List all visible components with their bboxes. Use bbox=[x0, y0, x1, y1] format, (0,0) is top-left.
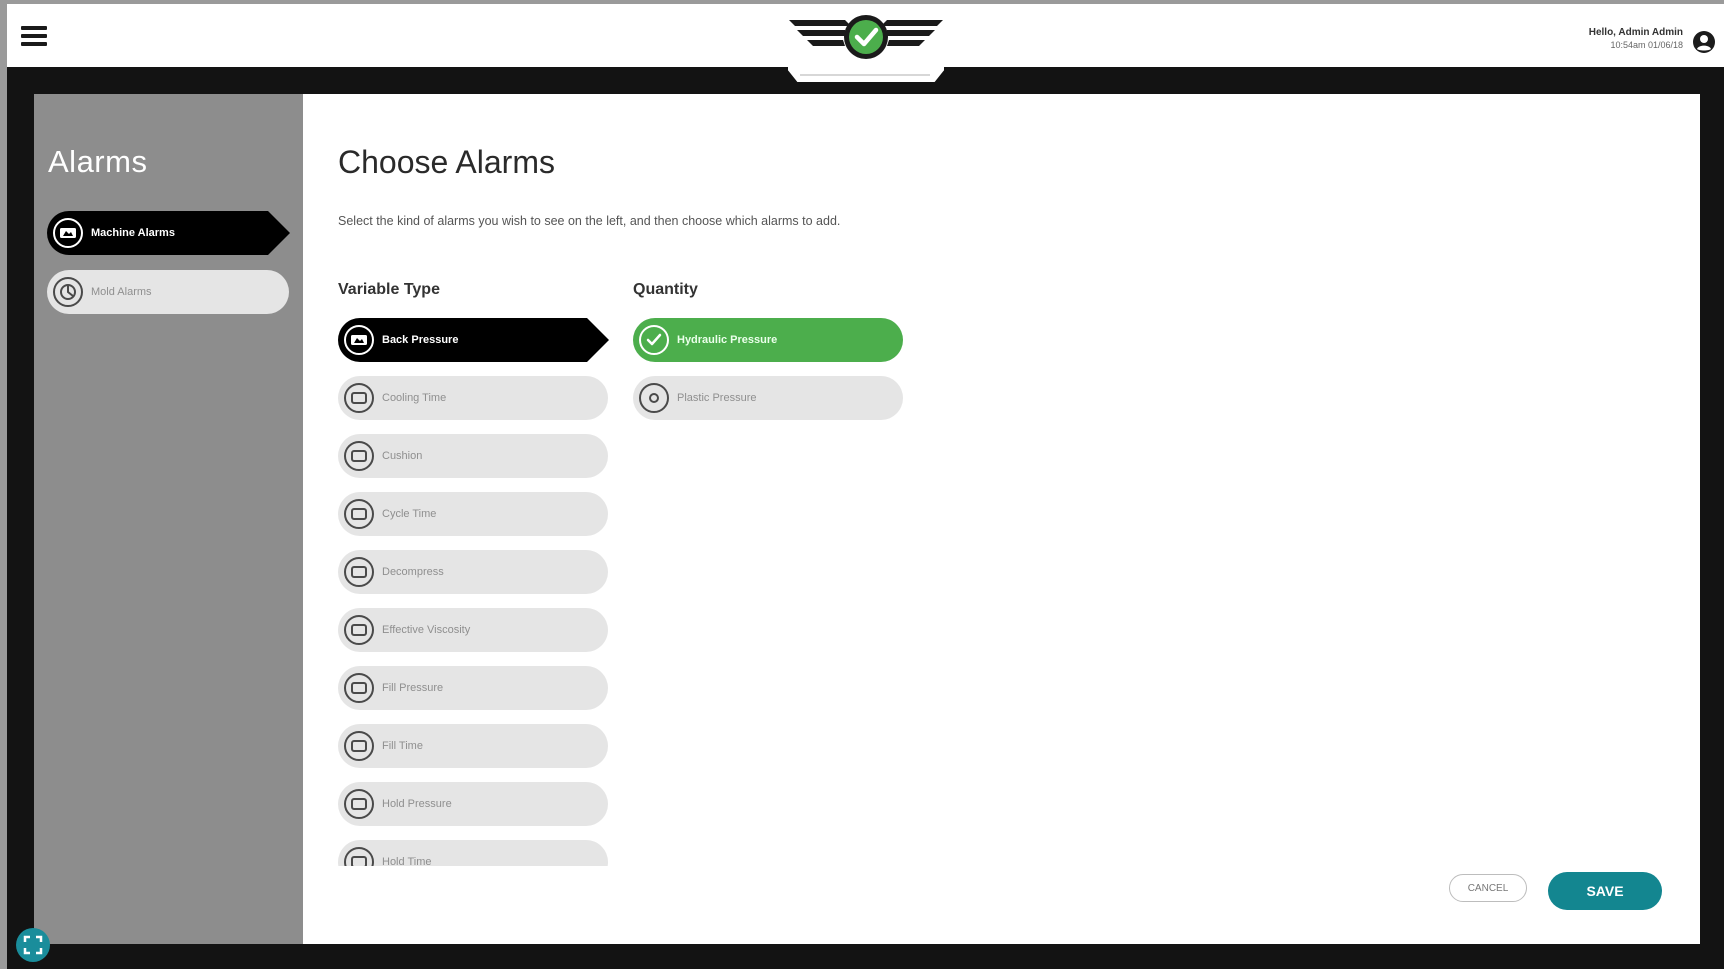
main-panel: Choose Alarms Select the kind of alarms … bbox=[303, 94, 1700, 944]
machine-icon bbox=[53, 218, 83, 248]
machine-icon bbox=[344, 557, 374, 587]
variable-type-label: Decompress bbox=[382, 566, 444, 578]
variable-type-item-hold-time[interactable]: Hold Time bbox=[338, 840, 608, 866]
page-description: Select the kind of alarms you wish to se… bbox=[338, 214, 841, 228]
variable-type-item-decompress[interactable]: Decompress bbox=[338, 550, 608, 594]
check-circle-icon bbox=[639, 325, 669, 355]
radio-unselected-icon bbox=[639, 383, 669, 413]
variable-type-item-back-pressure[interactable]: Back Pressure bbox=[338, 318, 609, 362]
machine-icon bbox=[344, 731, 374, 761]
save-button[interactable]: SAVE bbox=[1548, 872, 1662, 910]
machine-icon bbox=[344, 325, 374, 355]
user-account-icon[interactable] bbox=[1692, 30, 1716, 54]
quantity-heading: Quantity bbox=[633, 281, 698, 298]
machine-icon bbox=[344, 441, 374, 471]
variable-type-item-cooling-time[interactable]: Cooling Time bbox=[338, 376, 608, 420]
variable-type-label: Effective Viscosity bbox=[382, 624, 471, 636]
cancel-button[interactable]: CANCEL bbox=[1449, 874, 1527, 902]
greeting-text: Hello, Admin Admin bbox=[1588, 27, 1683, 38]
hamburger-menu-icon[interactable] bbox=[21, 24, 49, 48]
quantity-item-plastic-pressure[interactable]: Plastic Pressure bbox=[633, 376, 903, 420]
machine-icon bbox=[344, 383, 374, 413]
variable-type-item-hold-pressure[interactable]: Hold Pressure bbox=[338, 782, 608, 826]
variable-type-label: Cooling Time bbox=[382, 392, 447, 404]
variable-type-label: Hold Time bbox=[382, 856, 432, 866]
user-greeting: Hello, Admin Admin 10:54am 01/06/18 bbox=[1547, 26, 1683, 51]
variable-type-label: Back Pressure bbox=[382, 334, 459, 346]
machine-icon bbox=[344, 847, 374, 866]
sidebar-item-machine-alarms[interactable]: Machine Alarms bbox=[47, 211, 290, 255]
brand-logo-icon bbox=[789, 15, 943, 59]
fullscreen-toggle-icon[interactable] bbox=[16, 928, 50, 962]
sidebar-item-mold-alarms[interactable]: Mold Alarms bbox=[47, 270, 289, 314]
page-title: Choose Alarms bbox=[338, 144, 555, 180]
variable-type-label: Fill Pressure bbox=[382, 682, 444, 694]
machine-icon bbox=[344, 499, 374, 529]
sidebar: Alarms Machine Alarms Mold Alarms bbox=[34, 94, 303, 944]
variable-type-item-fill-time[interactable]: Fill Time bbox=[338, 724, 608, 768]
timestamp-text: 10:54am 01/06/18 bbox=[1610, 40, 1683, 50]
variable-type-heading: Variable Type bbox=[338, 281, 440, 298]
quantity-label: Plastic Pressure bbox=[677, 392, 757, 404]
quantity-label: Hydraulic Pressure bbox=[677, 334, 778, 346]
sidebar-title: Alarms bbox=[48, 144, 148, 179]
machine-icon bbox=[344, 615, 374, 645]
variable-type-label: Cycle Time bbox=[382, 508, 437, 520]
machine-icon bbox=[344, 673, 374, 703]
variable-type-label: Fill Time bbox=[382, 740, 423, 752]
variable-type-item-cycle-time[interactable]: Cycle Time bbox=[338, 492, 608, 536]
logo-underline bbox=[800, 74, 930, 76]
quantity-item-hydraulic-pressure[interactable]: Hydraulic Pressure bbox=[633, 318, 903, 362]
machine-icon bbox=[344, 789, 374, 819]
mold-icon bbox=[53, 277, 83, 307]
variable-type-item-effective-viscosity[interactable]: Effective Viscosity bbox=[338, 608, 608, 652]
variable-type-list[interactable]: Back Pressure Cooling Time Cushion Cycle… bbox=[338, 318, 618, 866]
sidebar-item-label: Mold Alarms bbox=[91, 286, 152, 298]
variable-type-item-cushion[interactable]: Cushion bbox=[338, 434, 608, 478]
variable-type-item-fill-pressure[interactable]: Fill Pressure bbox=[338, 666, 608, 710]
variable-type-label: Cushion bbox=[382, 450, 423, 462]
sidebar-item-label: Machine Alarms bbox=[91, 227, 175, 239]
variable-type-label: Hold Pressure bbox=[382, 798, 452, 810]
